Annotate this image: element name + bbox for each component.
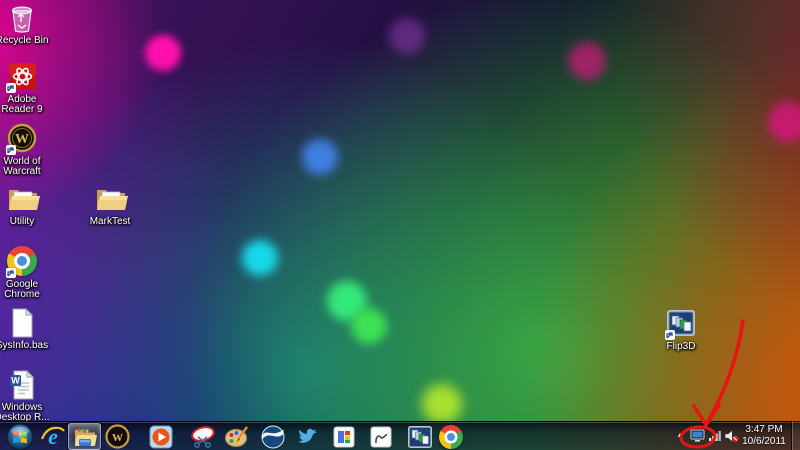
bokeh-dot — [145, 35, 181, 71]
taskbar-item-media-player[interactable] — [148, 422, 174, 450]
desktop-icon-label: Utility — [9, 216, 35, 227]
adobe-reader-icon — [6, 61, 38, 93]
shortcut-arrow-icon — [665, 330, 675, 340]
chrome-ball-icon — [439, 424, 463, 449]
recycle-bin-icon — [6, 2, 38, 34]
svg-text:W: W — [112, 432, 123, 444]
desktop-icon-label: MarkTest — [89, 216, 131, 227]
folder-icon — [6, 183, 40, 215]
bokeh-dot — [351, 308, 387, 344]
world-of-warcraft-icon: W — [6, 123, 38, 155]
desktop-icon-flip3d[interactable]: Flip3D — [652, 308, 710, 352]
tray-display-icon[interactable] — [690, 428, 705, 444]
word-document-icon: W — [6, 369, 38, 401]
desktop-icon-google-chrome[interactable]: Google Chrome — [0, 245, 51, 300]
volume-muted-icon[interactable] — [724, 428, 739, 444]
wireless-signal-icon[interactable] — [707, 428, 722, 444]
explorer-folder-icon — [74, 427, 97, 446]
internet-explorer-icon: e — [40, 424, 65, 449]
desktop-screen: Recycle Bin Adobe Reader 9 W World of Wa… — [0, 0, 800, 450]
bokeh-dot — [422, 384, 462, 424]
desktop-icon-label: Recycle Bin — [0, 35, 49, 46]
desktop-icon-label: World of Warcraft — [3, 156, 41, 177]
bokeh-dot — [389, 18, 425, 54]
clock[interactable]: 3:47 PM 10/6/2011 — [740, 424, 790, 448]
flag-squiggle-icon — [370, 426, 392, 447]
flip3d-icon — [665, 308, 697, 340]
desktop-icon-marktest-folder[interactable]: MarkTest — [81, 183, 139, 227]
clock-time: 3:47 PM — [745, 423, 783, 435]
desktop-icon-label: Google Chrome — [4, 279, 40, 300]
bokeh-dot — [568, 42, 606, 80]
shortcut-arrow-icon — [6, 145, 16, 155]
google-mosaic-icon — [333, 426, 355, 447]
bokeh-dot — [242, 240, 278, 276]
svg-text:W: W — [11, 376, 20, 386]
desktop-icon-label: Adobe Reader 9 — [1, 94, 43, 115]
taskbar-item-google-app[interactable] — [331, 422, 357, 450]
svg-text:W: W — [15, 132, 29, 147]
desktop-icon-utility-folder[interactable]: Utility — [0, 183, 51, 227]
taskbar-item-windows-explorer[interactable] — [68, 423, 101, 450]
taskbar-item-twitter[interactable] — [295, 422, 321, 450]
show-desktop-button[interactable] — [791, 421, 800, 450]
taskbar-item-flip3d[interactable] — [406, 422, 434, 450]
scissors-icon — [191, 425, 215, 448]
wow-ring-icon: W — [105, 424, 130, 449]
taskbar: e W ▲ 3:47 PM 10/6/2011 — [0, 421, 800, 450]
shortcut-arrow-icon — [6, 268, 16, 278]
start-button[interactable] — [4, 422, 36, 450]
taskbar-item-snipping-tool[interactable] — [190, 422, 216, 450]
taskbar-item-world-of-warcraft[interactable]: W — [104, 422, 131, 450]
taskbar-item-chrome[interactable] — [438, 422, 464, 450]
taskbar-item-flag-glyph-app[interactable] — [368, 422, 394, 450]
bas-file-icon — [6, 307, 38, 339]
desktop-icon-label: Flip3D — [666, 341, 696, 352]
chevron-up-icon: ▲ — [676, 432, 684, 439]
twitter-bird-icon — [299, 428, 317, 443]
desktop-icon-recycle-bin[interactable]: Recycle Bin — [0, 2, 51, 46]
google-chrome-icon — [6, 246, 38, 278]
system-tray: ▲ 3:47 PM 10/6/2011 — [671, 421, 800, 450]
play-button-icon — [149, 425, 173, 448]
bokeh-dot — [302, 139, 338, 175]
folder-icon — [94, 183, 128, 215]
shortcut-arrow-icon — [6, 83, 16, 93]
desktop-icon-label: SysInfo.bas — [0, 340, 49, 351]
desktop-icon-world-of-warcraft[interactable]: W World of Warcraft — [0, 123, 51, 177]
bird-in-circle-icon — [261, 425, 285, 448]
desktop-icon-windows-desktop-doc[interactable]: W Windows Desktop R... — [0, 369, 51, 423]
taskbar-item-paint[interactable] — [224, 422, 250, 450]
desktop-icon-adobe-reader[interactable]: Adobe Reader 9 — [0, 61, 51, 115]
clock-date: 10/6/2011 — [742, 435, 786, 447]
bokeh-dot — [768, 102, 800, 142]
stacked-windows-icon — [408, 425, 432, 448]
show-hidden-icons-button[interactable]: ▲ — [671, 426, 689, 446]
taskbar-item-internet-explorer[interactable]: e — [40, 422, 66, 450]
desktop-icon-label: Windows Desktop R... — [0, 402, 50, 423]
windows-orb-icon — [6, 423, 34, 450]
palette-icon — [224, 425, 248, 447]
desktop-icon-sysinfo-bas[interactable]: SysInfo.bas — [0, 307, 51, 351]
taskbar-item-bird-circle-app[interactable] — [260, 422, 286, 450]
